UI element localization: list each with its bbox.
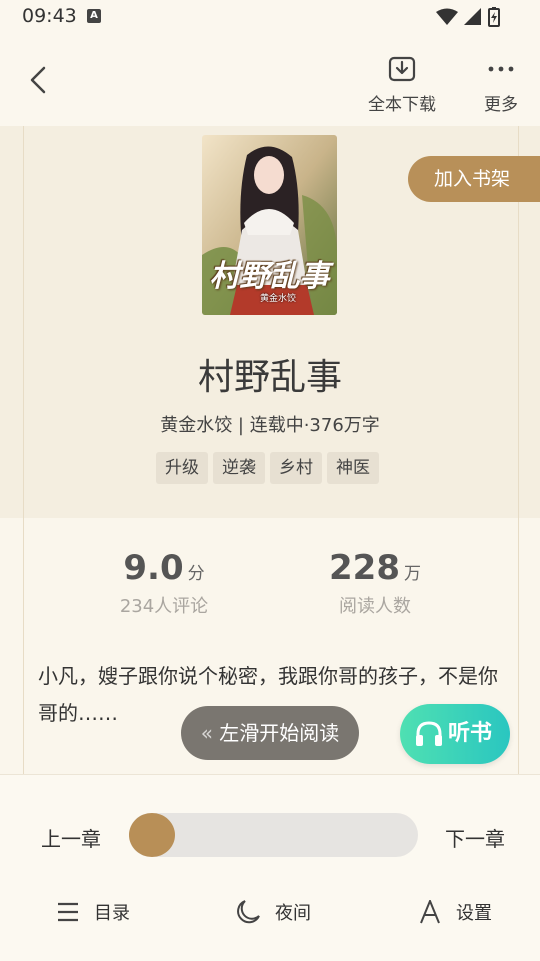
tag-list: 升级 逆袭 乡村 神医: [156, 452, 379, 484]
night-label: 夜间: [275, 903, 311, 924]
chevron-left-icon: [30, 66, 46, 94]
system-icons: [436, 7, 500, 27]
score-unit: 分: [187, 564, 205, 584]
next-chapter-button[interactable]: 下一章: [445, 823, 505, 852]
more-button[interactable]: 更多: [484, 56, 518, 115]
download-all-label: 全本下载: [368, 95, 436, 115]
book-header: 村野乱事 黄金水饺 加入书架 村野乱事 黄金水饺 | 连载中·376万字 升级 …: [0, 126, 540, 518]
headphones-icon: [416, 721, 442, 746]
more-dots-icon: [488, 66, 514, 72]
wifi-icon: [436, 8, 458, 25]
book-meta: 黄金水饺 | 连载中·376万字: [160, 415, 380, 436]
font-a-icon: [420, 900, 440, 924]
double-chevron-left-icon: «: [200, 721, 213, 745]
book-cover[interactable]: 村野乱事 黄金水饺: [202, 135, 337, 315]
signal-icon: [464, 8, 481, 25]
toc-button[interactable]: 目录: [56, 899, 130, 925]
chapter-progress-slider[interactable]: [129, 813, 418, 857]
download-all-button[interactable]: 全本下载: [368, 56, 436, 115]
swipe-to-read-button[interactable]: « 左滑开始阅读: [181, 706, 359, 760]
listen-button[interactable]: 听书: [400, 704, 510, 764]
toc-label: 目录: [94, 903, 130, 924]
top-bar: 全本下载 更多: [0, 36, 540, 126]
more-label: 更多: [484, 95, 518, 115]
readers-unit: 万: [403, 564, 421, 584]
status-time: 09:43: [22, 5, 77, 27]
swipe-to-read-label: 左滑开始阅读: [219, 721, 340, 745]
list-icon: [58, 902, 78, 922]
book-title: 村野乱事: [197, 357, 342, 398]
cover-title: 村野乱事: [209, 259, 330, 294]
cover-author: 黄金水饺: [259, 294, 296, 304]
tag[interactable]: 逆袭: [213, 452, 265, 484]
comment-count[interactable]: 234人评论: [74, 592, 254, 618]
reader-controls: 上一章 下一章 目录 夜间 设置: [0, 774, 540, 961]
tag[interactable]: 神医: [327, 452, 379, 484]
battery-icon: [488, 7, 500, 27]
night-mode-button[interactable]: 夜间: [235, 899, 311, 925]
back-button[interactable]: [22, 60, 62, 100]
score-stat: 9.0 分 234人评论: [74, 548, 254, 618]
tag[interactable]: 升级: [156, 452, 208, 484]
tag[interactable]: 乡村: [270, 452, 322, 484]
prev-chapter-button[interactable]: 上一章: [41, 823, 101, 852]
readers-value: 228: [329, 548, 400, 588]
status-bar: 09:43 A: [0, 0, 540, 36]
add-to-shelf-button[interactable]: 加入书架: [408, 156, 540, 202]
download-icon: [388, 56, 416, 82]
slider-handle[interactable]: [129, 813, 175, 857]
readers-stat: 228 万 阅读人数: [285, 548, 465, 618]
score-value: 9.0: [123, 548, 184, 588]
moon-icon: [237, 900, 260, 924]
settings-button[interactable]: 设置: [418, 899, 492, 925]
listen-label: 听书: [448, 721, 493, 746]
settings-label: 设置: [456, 903, 492, 924]
readers-label: 阅读人数: [339, 596, 411, 617]
notification-icon: A: [87, 9, 101, 23]
